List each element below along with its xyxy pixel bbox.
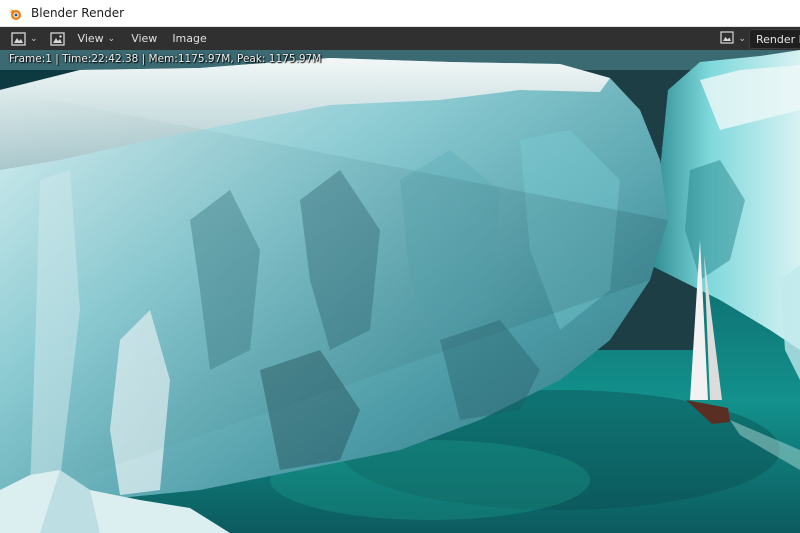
image-slot-icon bbox=[720, 31, 735, 47]
editor-type-dropdown[interactable]: ⌄ bbox=[8, 29, 41, 48]
view-dropdown-menu[interactable]: View ⌄ bbox=[73, 29, 121, 48]
view-toggle-button[interactable] bbox=[47, 29, 68, 48]
window-title: Blender Render bbox=[31, 6, 125, 20]
render-image bbox=[0, 50, 800, 533]
header-right-tools: ⌄ Render R bbox=[717, 29, 800, 49]
chevron-down-icon: ⌄ bbox=[738, 34, 746, 44]
image-icon bbox=[49, 31, 65, 46]
render-slot-field[interactable]: Render R bbox=[749, 29, 800, 49]
render-stats-text: Frame:1 | Time:22:42.38 | Mem:1175.97M, … bbox=[9, 53, 322, 65]
image-editor-icon bbox=[11, 31, 26, 46]
chevron-down-icon: ⌄ bbox=[107, 33, 116, 44]
blender-logo-icon bbox=[8, 6, 22, 20]
chevron-down-icon: ⌄ bbox=[30, 33, 38, 44]
menu-image[interactable]: Image bbox=[167, 29, 211, 48]
menu-view[interactable]: View bbox=[126, 29, 162, 48]
view-dropdown-label: View bbox=[77, 32, 104, 45]
image-slot-dropdown[interactable]: ⌄ bbox=[717, 30, 749, 49]
image-editor-header: ⌄ View ⌄ View Image ⌄ Render R bbox=[0, 27, 800, 50]
render-result-viewport[interactable]: Frame:1 | Time:22:42.38 | Mem:1175.97M, … bbox=[0, 50, 800, 533]
window-titlebar: Blender Render bbox=[0, 0, 800, 27]
